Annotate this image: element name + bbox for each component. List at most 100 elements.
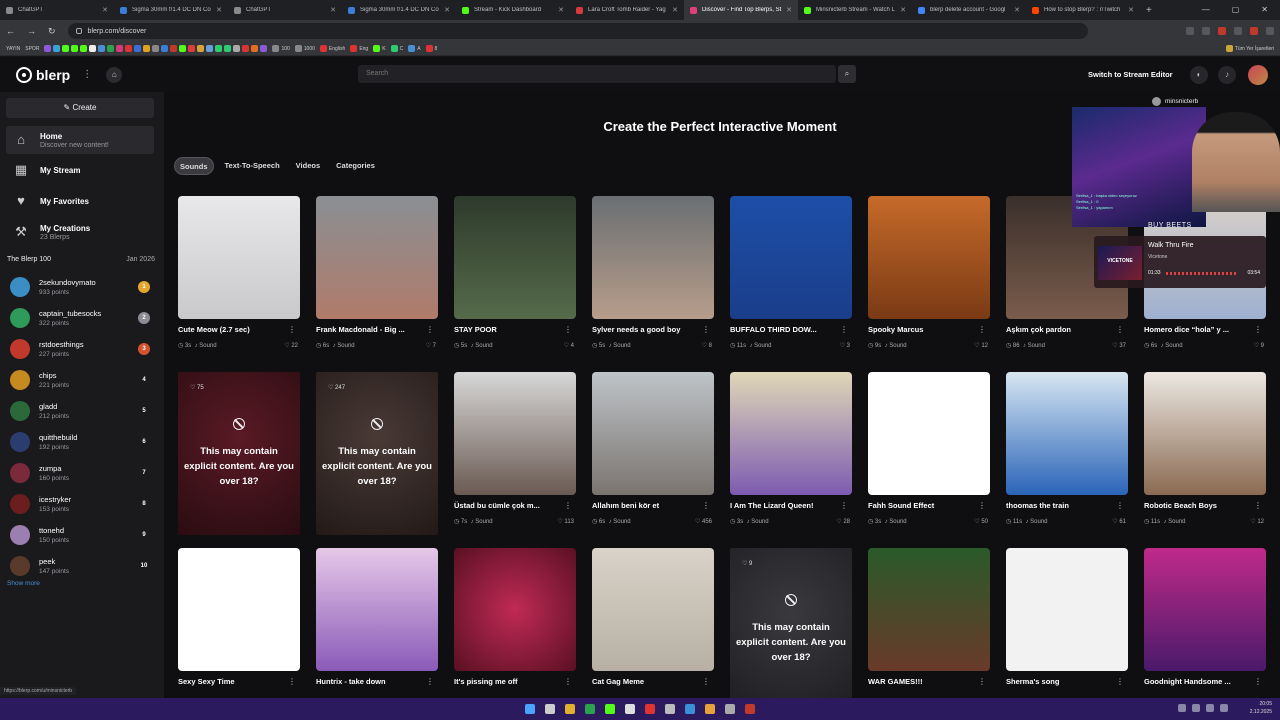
- browser-tab[interactable]: blerp delete account - Googl ✕: [912, 0, 1026, 20]
- sound-card[interactable]: Cute Meow (2.7 sec) ⋮ ◷ 3s ♪ Sound ♡ 22: [178, 196, 300, 349]
- more-options-icon[interactable]: ⋮: [1116, 325, 1124, 334]
- more-options-icon[interactable]: ⋮: [978, 325, 986, 334]
- sound-thumbnail[interactable]: [316, 196, 438, 319]
- sound-title[interactable]: Huntrix - take down: [316, 677, 426, 686]
- opera-icon[interactable]: [645, 704, 655, 714]
- extension-icon[interactable]: [1234, 27, 1242, 35]
- extension-icon[interactable]: [1186, 27, 1194, 35]
- bookmark-item[interactable]: SPOR: [25, 46, 39, 52]
- sound-title[interactable]: Cute Meow (2.7 sec): [178, 325, 288, 334]
- more-options-icon[interactable]: ⋮: [564, 325, 572, 334]
- app-icon[interactable]: [685, 704, 695, 714]
- bookmark-item[interactable]: K: [373, 45, 386, 52]
- close-tab-icon[interactable]: ✕: [102, 6, 108, 14]
- sound-thumbnail[interactable]: [1006, 372, 1128, 495]
- like-count[interactable]: ♡ 4: [564, 342, 574, 349]
- like-count[interactable]: ♡ 3: [840, 342, 850, 349]
- like-count[interactable]: ♡ 9: [1254, 342, 1264, 349]
- like-count[interactable]: ♡ 7: [426, 342, 436, 349]
- more-options-icon[interactable]: ⋮: [1116, 501, 1124, 510]
- sound-thumbnail[interactable]: [178, 196, 300, 319]
- more-options-icon[interactable]: ⋮: [702, 677, 710, 686]
- tab-categories[interactable]: Categories: [331, 157, 380, 175]
- like-count[interactable]: ♡ 456: [695, 518, 712, 525]
- switch-to-stream-editor-button[interactable]: Switch to Stream Editor: [1088, 57, 1173, 92]
- url-field[interactable]: blerp.com/discover: [67, 23, 1088, 39]
- more-options-icon[interactable]: ⋮: [426, 677, 434, 686]
- like-count[interactable]: ♡ 12: [1250, 518, 1264, 525]
- like-count[interactable]: ♡ 37: [1112, 342, 1126, 349]
- notification-bell-icon[interactable]: ♪: [1218, 66, 1236, 84]
- more-options-icon[interactable]: ⋮: [564, 677, 572, 686]
- sound-card[interactable]: Allahım beni kör et ⋮ ◷ 6s ♪ Sound ♡ 456: [592, 372, 714, 525]
- kick-icon[interactable]: [605, 704, 615, 714]
- like-count[interactable]: ♡ 113: [557, 518, 574, 525]
- like-count[interactable]: ♡ 22: [284, 342, 298, 349]
- like-count[interactable]: ♡ 50: [974, 518, 988, 525]
- profile-icon[interactable]: [1250, 27, 1258, 35]
- bookmark-item[interactable]: 100: [272, 45, 290, 52]
- more-options-icon[interactable]: ⋮: [840, 501, 848, 510]
- sound-card[interactable]: ♡ 9 This may contain explicit content. Ar…: [730, 548, 852, 698]
- tab-text-to-speech[interactable]: Text-To-Speech: [220, 157, 285, 175]
- more-options-icon[interactable]: ⋮: [288, 677, 296, 686]
- app-icon[interactable]: [665, 704, 675, 714]
- minimize-icon[interactable]: —: [1202, 0, 1210, 20]
- bookmark-item[interactable]: English: [319, 45, 345, 52]
- like-count[interactable]: ♡ 8: [702, 342, 712, 349]
- explicit-content-card[interactable]: ♡ 75 This may contain explicit content. A…: [178, 372, 300, 535]
- sound-card[interactable]: Huntrix - take down ⋮: [316, 548, 438, 686]
- more-options-icon[interactable]: ⋮: [288, 325, 296, 334]
- forward-icon[interactable]: →: [27, 26, 36, 36]
- browser-tab[interactable]: Stream - Kick Dashboard ✕: [456, 0, 570, 20]
- sound-card[interactable]: Frank Macdonald - Big ... ⋮ ◷ 6s ♪ Sound ♡ …: [316, 196, 438, 349]
- sound-title[interactable]: Allahım beni kör et: [592, 501, 702, 510]
- home-icon[interactable]: ⌂: [106, 66, 123, 83]
- tab-sounds[interactable]: Sounds: [174, 157, 214, 175]
- sound-card[interactable]: I Am The Lizard Queen! ⋮ ◷ 3s ♪ Sound ♡ 28: [730, 372, 852, 525]
- more-options-icon[interactable]: ⋮: [702, 325, 710, 334]
- like-count[interactable]: ♡ 12: [974, 342, 988, 349]
- sound-thumbnail[interactable]: [868, 372, 990, 495]
- bookmark-item[interactable]: YAYIN: [6, 46, 20, 52]
- browser-tab[interactable]: Sigma 30mm f/1.4 DC DN Co ✕: [114, 0, 228, 20]
- more-options-icon[interactable]: ⋮: [702, 501, 710, 510]
- browser-tab[interactable]: Lara Croft Tomb Raider - Yag ✕: [570, 0, 684, 20]
- new-tab-button[interactable]: +: [1146, 5, 1152, 16]
- reload-icon[interactable]: ↻: [48, 26, 56, 37]
- explicit-content-card[interactable]: ♡ 247 This may contain explicit content. …: [316, 372, 438, 535]
- search-button[interactable]: ⌕: [838, 65, 856, 83]
- close-window-icon[interactable]: ✕: [1261, 0, 1268, 20]
- more-options-icon[interactable]: ⋮: [978, 501, 986, 510]
- browser-tab[interactable]: ChatGPT ✕: [0, 0, 114, 20]
- sidebar-item-my-favorites[interactable]: ♥ My Favorites: [6, 187, 154, 215]
- sound-title[interactable]: BUFFALO THIRD DOW...: [730, 325, 840, 334]
- close-tab-icon[interactable]: ✕: [216, 6, 222, 14]
- leaderboard-item[interactable]: 2sekundovymato 933 points 1: [10, 273, 154, 301]
- blerp-logo[interactable]: blerp: [16, 66, 70, 83]
- sound-title[interactable]: I Am The Lizard Queen!: [730, 501, 840, 510]
- sound-title[interactable]: Fahh Sound Effect: [868, 501, 978, 510]
- sound-card[interactable]: Cat Gag Meme ⋮: [592, 548, 714, 686]
- all-bookmarks-folder[interactable]: Tüm Yer İşaretleri: [1225, 45, 1274, 52]
- task-view-icon[interactable]: [545, 704, 555, 714]
- sound-card[interactable]: Robotic Beach Boys ⋮ ◷ 11s ♪ Sound ♡ 12: [1144, 372, 1266, 525]
- sound-thumbnail[interactable]: [592, 548, 714, 671]
- leaderboard-item[interactable]: peek 147 points 10: [10, 552, 154, 580]
- leaderboard-item[interactable]: captain_tubesocks 322 points 2: [10, 304, 154, 332]
- sound-card[interactable]: ♡ 247 This may contain explicit content. …: [316, 372, 438, 535]
- sound-thumbnail[interactable]: [454, 548, 576, 671]
- show-more-link[interactable]: Show more: [7, 580, 40, 587]
- sound-thumbnail[interactable]: [454, 372, 576, 495]
- extension-icon[interactable]: [1202, 27, 1210, 35]
- more-options-icon[interactable]: ⋮: [1254, 325, 1262, 334]
- user-avatar[interactable]: [1248, 65, 1268, 85]
- close-tab-icon[interactable]: ✕: [900, 6, 906, 14]
- sound-title[interactable]: Homero dice “hola” y ...: [1144, 325, 1254, 334]
- volume-icon[interactable]: [1206, 704, 1214, 712]
- menu-icon[interactable]: [1266, 27, 1274, 35]
- more-options-icon[interactable]: ⋮: [426, 325, 434, 334]
- sound-title[interactable]: Sylver needs a good boy: [592, 325, 702, 334]
- more-options-icon[interactable]: ⋮: [1116, 677, 1124, 686]
- sound-title[interactable]: Goodnight Handsome ...: [1144, 677, 1254, 686]
